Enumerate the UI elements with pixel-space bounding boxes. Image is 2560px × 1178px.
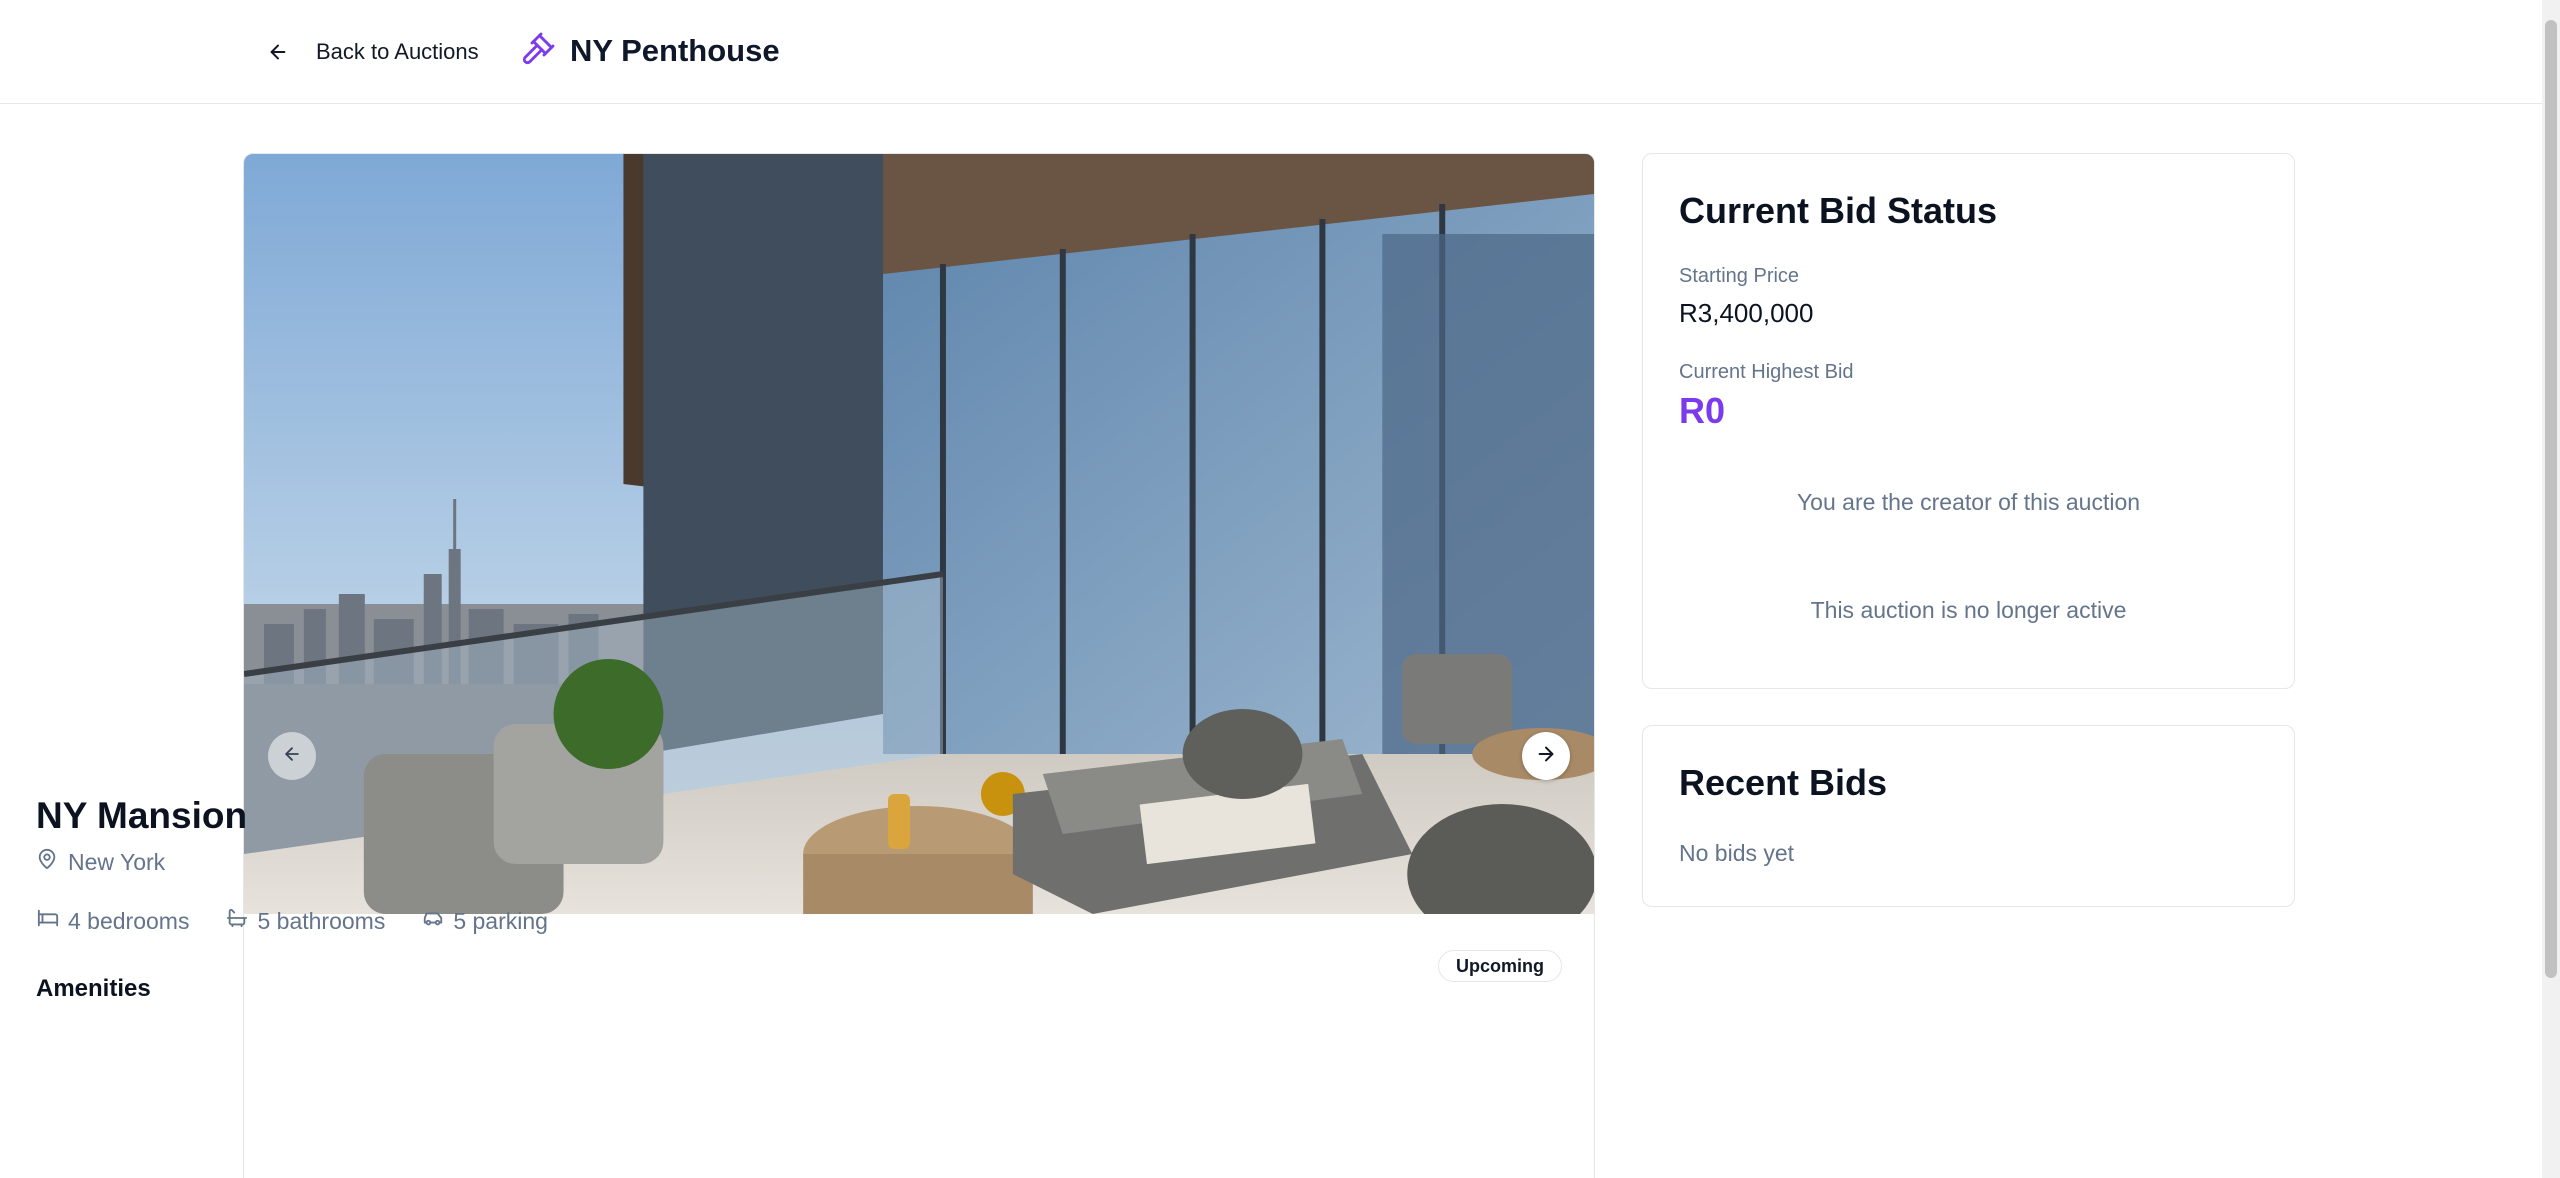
starting-price-label: Starting Price — [1679, 265, 1800, 287]
scrollbar-thumb[interactable] — [2545, 20, 2557, 978]
arrow-right-icon — [1535, 743, 1557, 770]
top-navigation-bar: Back to Auctions NY Penthouse — [0, 0, 2542, 104]
current-bid-status-card: Current Bid Status Starting Price R3,400… — [1642, 153, 2295, 689]
gavel-icon — [520, 31, 556, 72]
property-details: NY Mansion New York 4 bedrooms 5 bathroo… — [36, 795, 1316, 1003]
creator-notice: You are the creator of this auction — [1796, 489, 2141, 515]
inactive-notice: This auction is no longer active — [1810, 597, 2127, 623]
page-heading: NY Penthouse — [520, 28, 780, 74]
bathrooms-text: 5 bathrooms — [257, 907, 386, 934]
feature-parking: 5 parking — [421, 907, 548, 935]
highest-bid-value: R0 — [1679, 390, 1726, 431]
no-bids-message: No bids yet — [1679, 840, 1795, 866]
arrow-left-icon — [282, 744, 302, 769]
starting-price-value: R3,400,000 — [1679, 298, 1814, 328]
highest-bid-label: Current Highest Bid — [1679, 361, 1854, 383]
location-text: New York — [68, 848, 166, 875]
status-badge: Upcoming — [1438, 950, 1562, 982]
back-to-auctions-link[interactable]: Back to Auctions — [262, 32, 479, 72]
next-image-button[interactable] — [1522, 732, 1570, 780]
property-location: New York — [36, 847, 1316, 877]
feature-bathrooms: 5 bathrooms — [225, 907, 385, 935]
feature-bedrooms: 4 bedrooms — [36, 907, 189, 935]
bath-icon — [225, 907, 249, 935]
bedrooms-text: 4 bedrooms — [68, 907, 190, 934]
property-title: NY Mansion — [36, 795, 248, 836]
bid-status-title: Current Bid Status — [1679, 190, 1998, 231]
vertical-scrollbar[interactable] — [2542, 0, 2560, 1178]
car-icon — [421, 907, 445, 935]
bed-icon — [36, 907, 60, 935]
property-features: 4 bedrooms 5 bathrooms 5 parking — [36, 907, 1316, 935]
arrow-left-icon — [262, 36, 294, 68]
previous-image-button[interactable] — [268, 732, 316, 780]
recent-bids-title: Recent Bids — [1679, 762, 1888, 803]
amenities-heading: Amenities — [36, 975, 151, 1002]
parking-text: 5 parking — [453, 907, 548, 934]
page-title: NY Penthouse — [570, 33, 780, 68]
map-pin-icon — [36, 847, 58, 877]
back-link-label: Back to Auctions — [316, 39, 479, 64]
property-card — [243, 153, 1595, 1178]
recent-bids-card: Recent Bids No bids yet — [1642, 725, 2295, 907]
